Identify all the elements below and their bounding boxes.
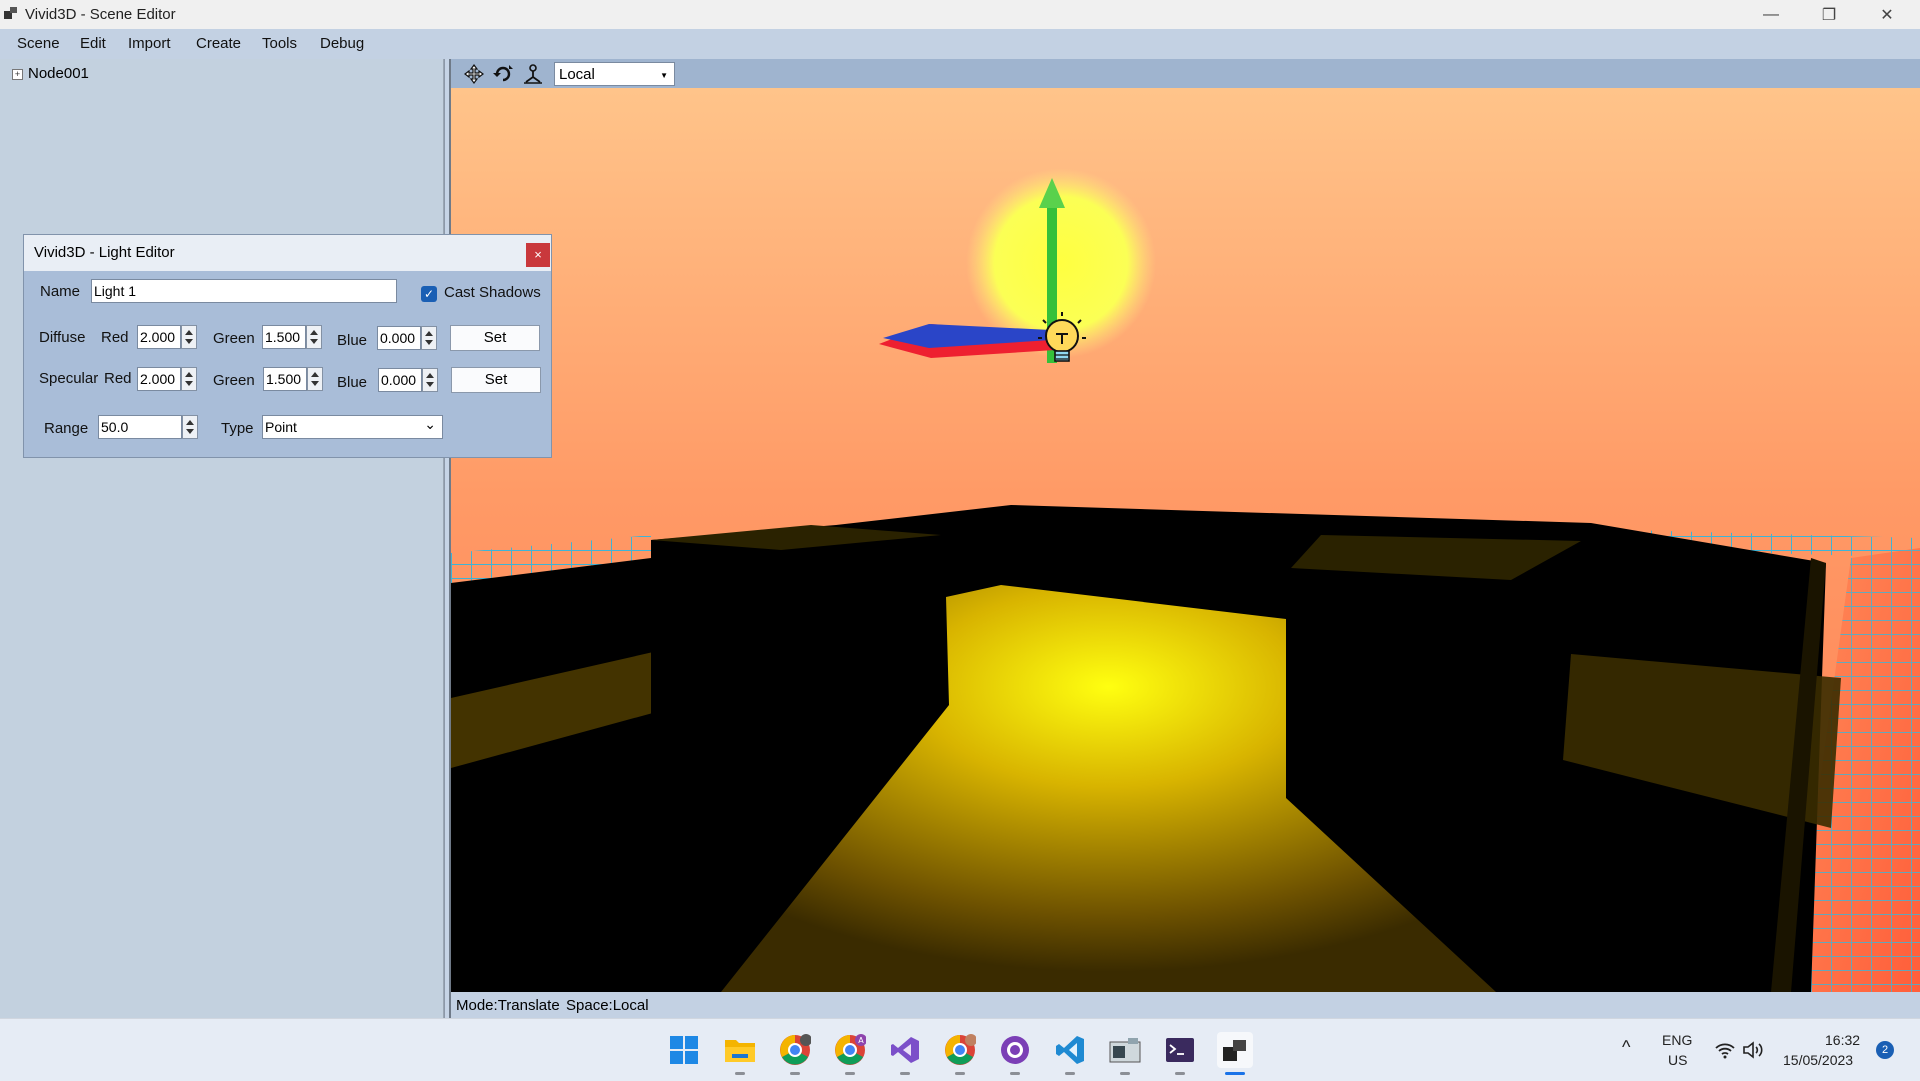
status-space: Space:Local	[566, 997, 649, 1014]
notification-badge[interactable]: 2	[1876, 1041, 1894, 1059]
media-app-icon[interactable]	[1107, 1032, 1143, 1075]
type-label: Type	[221, 420, 254, 437]
specular-green-input[interactable]: 1.500	[263, 367, 307, 391]
diffuse-red-input[interactable]: 2.000	[137, 325, 181, 349]
region-indicator[interactable]: US	[1668, 1052, 1687, 1068]
restore-button[interactable]: ❐	[1800, 0, 1858, 29]
menu-edit[interactable]: Edit	[80, 35, 106, 52]
clock-date[interactable]: 15/05/2023	[1783, 1052, 1853, 1068]
specular-set-button[interactable]: Set	[451, 367, 541, 393]
specular-red-label: Red	[104, 370, 132, 387]
specular-green-spinner[interactable]	[307, 367, 323, 391]
language-indicator[interactable]: ENG	[1662, 1032, 1692, 1048]
space-select-value: Local	[559, 66, 595, 83]
range-label: Range	[44, 420, 89, 437]
tray-chevron-icon[interactable]: ^	[1622, 1037, 1630, 1058]
tree-expand-icon[interactable]: +	[12, 69, 23, 80]
status-mode: Mode:Translate	[456, 997, 560, 1014]
type-select[interactable]: Point ⌄	[262, 415, 443, 439]
menu-create[interactable]: Create	[196, 35, 241, 52]
app-icon	[4, 7, 17, 19]
specular-green-label: Green	[213, 372, 255, 389]
range-input[interactable]: 50.0	[98, 415, 182, 439]
dialog-title: Vivid3D - Light Editor	[34, 244, 175, 261]
light-editor-dialog: Vivid3D - Light Editor × Name Light 1 ✓ …	[23, 234, 552, 458]
specular-blue-spinner[interactable]	[422, 368, 438, 392]
chevron-down-icon: ▼	[660, 71, 668, 80]
diffuse-red-label: Red	[101, 329, 129, 346]
diffuse-red-spinner[interactable]	[181, 325, 197, 349]
cast-shadows-checkbox[interactable]: ✓	[421, 286, 437, 302]
move-icon[interactable]	[463, 63, 485, 85]
vscode-icon[interactable]	[1052, 1032, 1088, 1075]
scene-tree-panel: + Node001	[0, 59, 444, 1018]
vivid3d-icon[interactable]	[1217, 1032, 1253, 1075]
diffuse-blue-label: Blue	[337, 332, 368, 349]
windows-start-icon[interactable]	[666, 1032, 702, 1068]
file-explorer-icon[interactable]	[722, 1032, 758, 1075]
name-input[interactable]: Light 1	[91, 279, 397, 303]
range-spinner[interactable]	[182, 415, 198, 439]
space-select[interactable]: Local ▼	[554, 62, 675, 86]
specular-red-input[interactable]: 2.000	[137, 367, 181, 391]
specular-blue-label: Blue	[337, 374, 368, 391]
scene-render	[451, 88, 1920, 992]
menu-import[interactable]: Import	[128, 35, 171, 52]
visual-studio-icon[interactable]	[887, 1032, 923, 1075]
menu-tools[interactable]: Tools	[262, 35, 297, 52]
profile-badge: A	[858, 1036, 864, 1045]
menu-scene[interactable]: Scene	[17, 35, 60, 52]
taskbar: A ^ ENG US 16:32 15/05/2023 2	[0, 1018, 1920, 1081]
diffuse-label: Diffuse	[39, 329, 86, 346]
diffuse-green-spinner[interactable]	[306, 325, 322, 349]
menu-debug[interactable]: Debug	[320, 35, 364, 52]
chrome-profile-1-icon[interactable]	[777, 1032, 813, 1075]
specular-red-spinner[interactable]	[181, 367, 197, 391]
chrome-profile-3-icon[interactable]	[942, 1032, 978, 1075]
close-window-button[interactable]: ✕	[1858, 0, 1916, 29]
tree-node-node001[interactable]: Node001	[28, 65, 89, 82]
window-title: Vivid3D - Scene Editor	[25, 6, 176, 23]
clock-time[interactable]: 16:32	[1825, 1032, 1860, 1048]
specular-blue-input[interactable]: 0.000	[378, 368, 422, 392]
dialog-title-bar[interactable]: Vivid3D - Light Editor ×	[24, 235, 551, 271]
type-select-value: Point	[265, 419, 297, 435]
name-label: Name	[40, 283, 81, 300]
github-desktop-icon[interactable]	[997, 1032, 1033, 1075]
rotate-icon[interactable]	[492, 63, 514, 85]
3d-viewport[interactable]	[451, 88, 1920, 992]
chevron-down-icon: ⌄	[424, 416, 436, 432]
diffuse-blue-spinner[interactable]	[421, 326, 437, 350]
chrome-profile-2-icon[interactable]: A	[832, 1032, 868, 1075]
minimize-button[interactable]: —	[1742, 0, 1800, 29]
terminal-icon[interactable]	[1162, 1032, 1198, 1075]
running-indicator	[735, 1072, 745, 1075]
wifi-icon[interactable]	[1714, 1041, 1736, 1059]
diffuse-green-input[interactable]: 1.500	[262, 325, 306, 349]
title-bar: Vivid3D - Scene Editor — ❐ ✕	[0, 0, 1920, 29]
panel-splitter[interactable]	[444, 59, 451, 1018]
menu-bar: Scene Edit Import Create Tools Debug	[0, 29, 1920, 59]
status-bar: Mode:Translate Space:Local	[451, 992, 1920, 1018]
diffuse-blue-input[interactable]: 0.000	[377, 326, 421, 350]
volume-icon[interactable]	[1742, 1041, 1764, 1059]
cast-shadows-label: Cast Shadows	[444, 284, 541, 301]
specular-label: Specular	[39, 370, 99, 387]
scale-icon[interactable]	[522, 63, 544, 85]
diffuse-green-label: Green	[213, 330, 255, 347]
close-dialog-button[interactable]: ×	[526, 243, 550, 267]
diffuse-set-button[interactable]: Set	[450, 325, 540, 351]
